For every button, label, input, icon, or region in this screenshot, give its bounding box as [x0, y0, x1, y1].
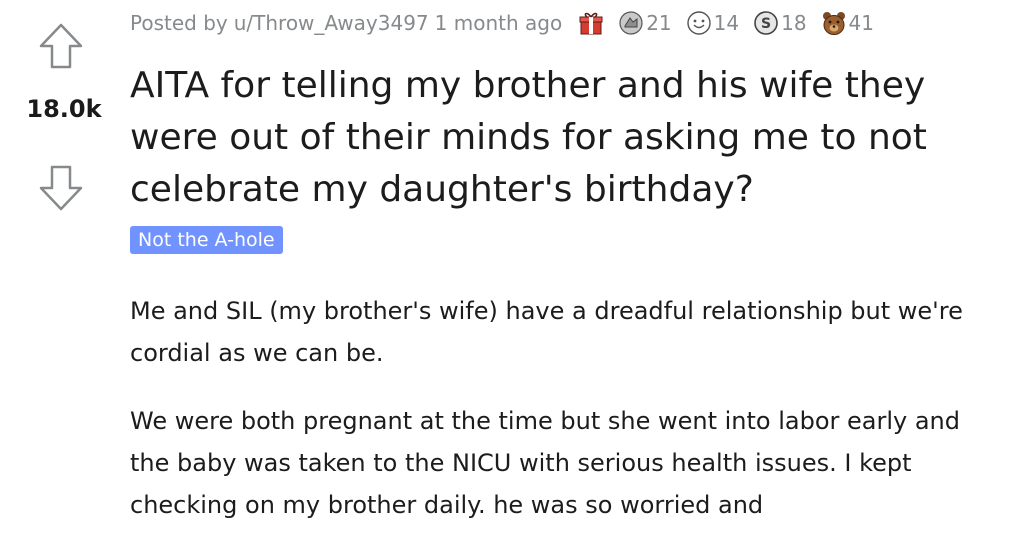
award-coin[interactable]: S 18	[753, 10, 807, 36]
upvote-arrow-icon	[39, 23, 83, 69]
silver-award-icon	[619, 11, 643, 35]
award-count: 41	[848, 11, 874, 35]
vote-score: 18.0k	[26, 95, 102, 123]
award-wholesome[interactable]: 14	[686, 10, 739, 36]
body-paragraph: Me and SIL (my brother's wife) have a dr…	[130, 297, 963, 367]
upvote-button[interactable]	[38, 22, 84, 70]
award-count: 14	[713, 11, 740, 35]
gift-award-icon	[579, 12, 603, 35]
post-flair[interactable]: Not the A-hole	[130, 226, 283, 254]
svg-text:S: S	[761, 16, 771, 32]
wholesome-award-icon	[686, 11, 711, 35]
body-paragraph: We were both pregnant at the time but sh…	[130, 407, 960, 519]
award-silver[interactable]: 21	[618, 10, 672, 36]
award-gift[interactable]	[578, 10, 604, 36]
posted-by-label: Posted by	[130, 11, 228, 35]
author-link[interactable]: u/Throw_Away3497	[234, 11, 429, 35]
post-title[interactable]: AITA for telling my brother and his wife…	[130, 60, 1010, 216]
coin-award-icon: S	[754, 11, 778, 35]
award-count: 21	[646, 11, 672, 35]
award-bear[interactable]: 41	[821, 10, 874, 36]
downvote-button[interactable]	[38, 164, 84, 212]
vote-column: 18.0k	[0, 0, 128, 535]
post-time: 1 month ago	[434, 11, 563, 35]
post-meta: Posted by u/Throw_Away3497 1 month ago 2…	[130, 6, 874, 40]
post-body: Me and SIL (my brother's wife) have a dr…	[130, 290, 1000, 552]
award-count: 18	[781, 11, 807, 35]
downvote-arrow-icon	[39, 165, 83, 211]
bear-award-icon	[822, 12, 845, 35]
